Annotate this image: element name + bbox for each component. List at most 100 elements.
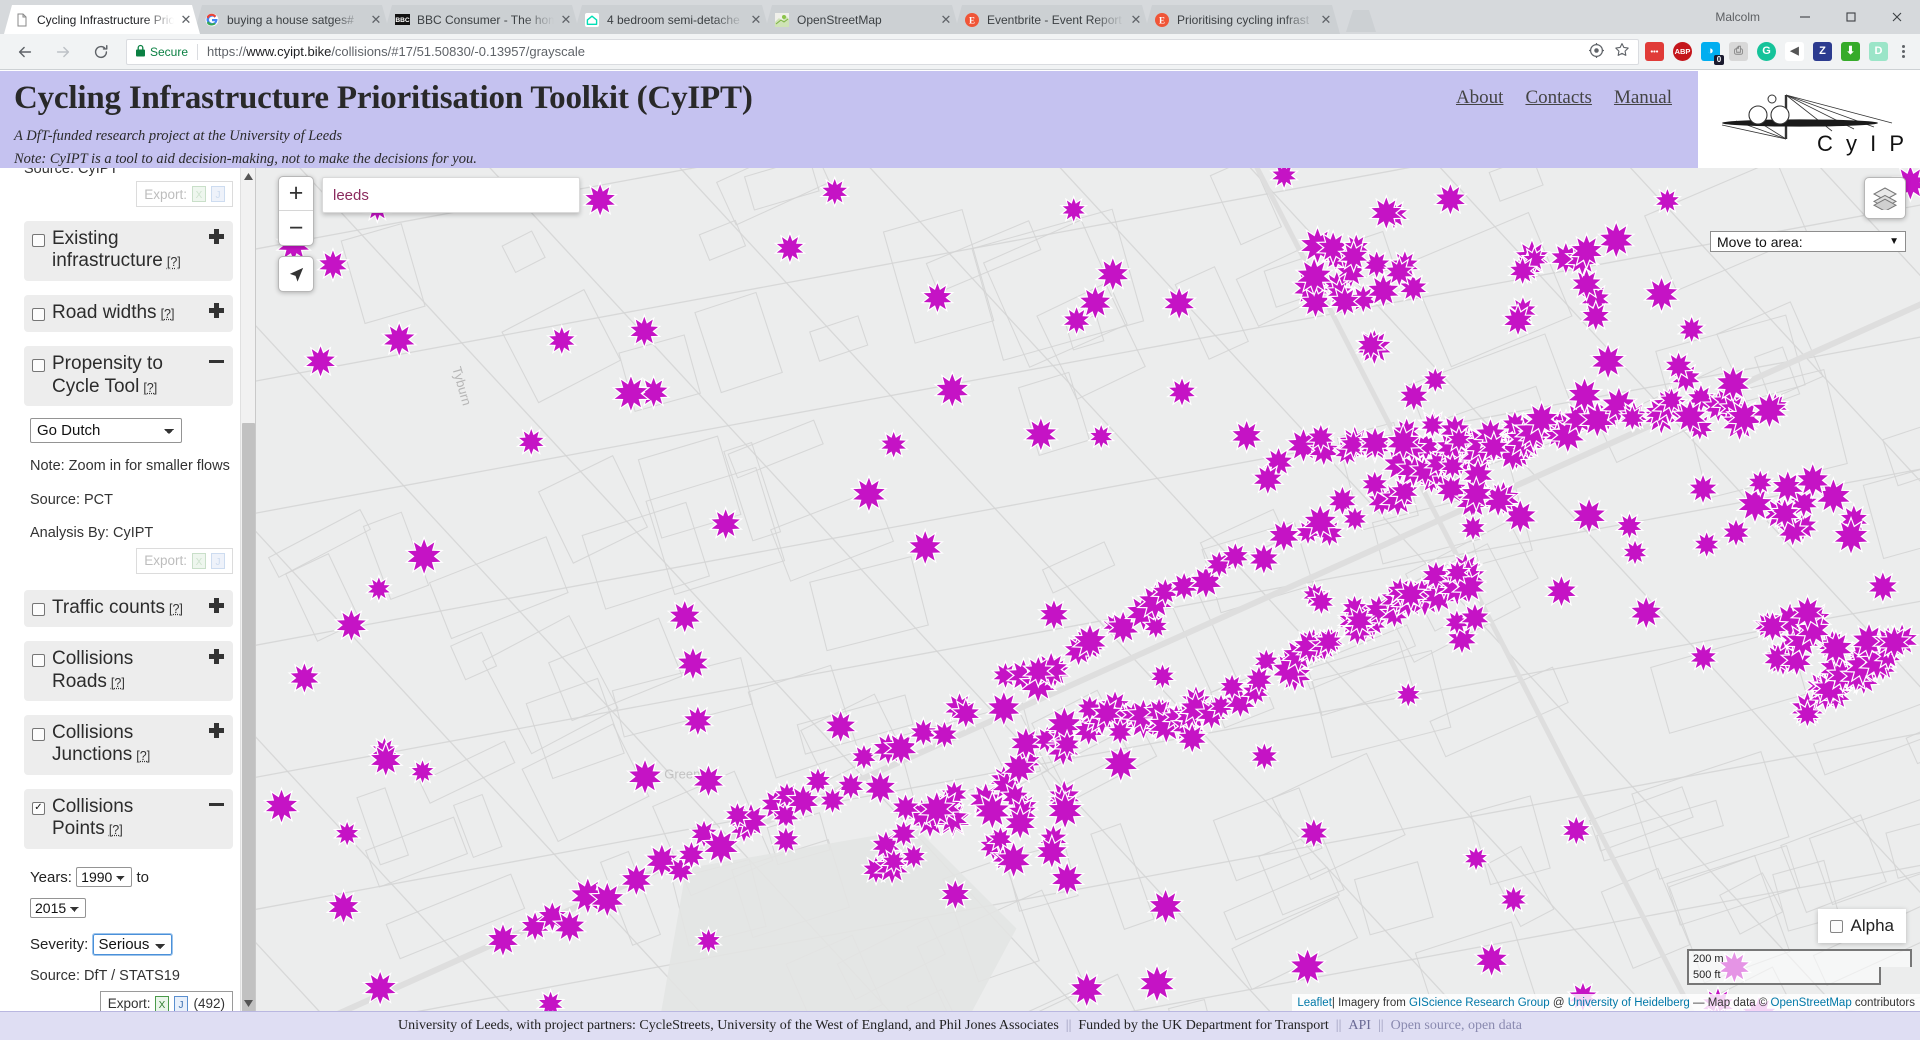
sidebar-scrollbar[interactable] <box>240 168 255 1011</box>
layer-card[interactable]: Traffic counts [?] <box>24 589 233 628</box>
export-geojson-icon[interactable]: J <box>211 186 225 202</box>
tab-close-button[interactable]: ✕ <box>748 12 764 28</box>
nav-link-contacts[interactable]: Contacts <box>1525 87 1592 109</box>
layer-card[interactable]: Collisions Roads [?] <box>24 641 233 701</box>
layer-expand-button[interactable] <box>209 649 224 665</box>
layer-collapse-button[interactable] <box>209 797 224 812</box>
export-geojson-icon[interactable]: J <box>174 995 189 1011</box>
nav-link-about[interactable]: About <box>1456 87 1504 109</box>
scrollbar-up-arrow[interactable] <box>241 168 255 184</box>
heidelberg-link[interactable]: University of Heidelberg <box>1568 997 1690 1009</box>
grammarly-icon[interactable]: G <box>1757 42 1776 61</box>
layer-expand-button[interactable] <box>209 722 224 738</box>
d-extension-icon[interactable]: D <box>1869 42 1888 61</box>
export-xls-icon[interactable]: X <box>192 552 206 569</box>
export-xls-icon[interactable]: X <box>155 995 170 1011</box>
layer-expand-button[interactable] <box>209 302 224 318</box>
layer-checkbox[interactable] <box>32 602 45 616</box>
layer-checkbox[interactable]: ✓ <box>32 801 45 815</box>
export-xls-icon[interactable]: X <box>192 186 206 202</box>
severity-select[interactable]: Serious <box>91 933 174 957</box>
layer-help-link[interactable]: [?] <box>111 676 125 690</box>
zoom-out-button[interactable]: − <box>279 211 313 245</box>
tab-close-button[interactable]: ✕ <box>1318 12 1334 28</box>
url-scheme: https:// <box>207 44 247 59</box>
alpha-toggle[interactable]: Alpha <box>1817 909 1906 943</box>
location-target-icon[interactable] <box>1589 42 1604 61</box>
speaker-extension-icon[interactable]: ◀ <box>1785 42 1804 61</box>
layer-expand-button[interactable] <box>209 597 224 613</box>
browser-tab[interactable]: Cycling Infrastructure Prio ✕ <box>4 5 200 34</box>
layer-checkbox[interactable] <box>32 307 45 321</box>
dotdotdot-extension-icon[interactable]: ••• <box>1645 42 1664 61</box>
export-geojson-icon[interactable]: J <box>211 552 225 569</box>
footer-api-link[interactable]: API <box>1348 1018 1371 1034</box>
back-button[interactable] <box>11 38 39 66</box>
adblock-plus-icon[interactable]: ABP <box>1673 42 1692 61</box>
map-layers-button[interactable] <box>1864 177 1906 219</box>
layer-help-link[interactable]: [?] <box>169 602 183 616</box>
pct-scenario-select[interactable]: Go Dutch <box>30 418 182 444</box>
layer-card[interactable]: Propensity to Cycle Tool [?] <box>24 346 233 407</box>
browser-tab[interactable]: 4 bedroom semi-detache ✕ <box>574 5 770 34</box>
zoom-in-button[interactable]: + <box>279 177 313 211</box>
browser-tab[interactable]: E Eventbrite - Event Report ✕ <box>954 5 1150 34</box>
alpha-checkbox[interactable] <box>1829 919 1843 933</box>
export-control[interactable]: Export: X J <box>136 547 233 574</box>
window-close-button[interactable] <box>1874 2 1920 32</box>
layer-help-link[interactable]: [?] <box>109 823 123 837</box>
ghostery-icon[interactable]: ◑ 0 <box>1701 42 1724 65</box>
chrome-menu-button[interactable] <box>1892 45 1914 58</box>
map-search-input[interactable]: leeds <box>322 177 580 213</box>
window-minimize-button[interactable] <box>1782 2 1828 32</box>
tab-close-button[interactable]: ✕ <box>1128 12 1144 28</box>
map-container[interactable]: Tyburn Green L + − leeds Move to area: ▼… <box>256 168 1920 1011</box>
openstreetmap-link[interactable]: OpenStreetMap <box>1771 997 1852 1009</box>
zotero-icon[interactable]: Z <box>1813 42 1832 61</box>
layer-card[interactable]: Existing infrastructure [?] <box>24 221 233 281</box>
nav-link-manual[interactable]: Manual <box>1614 87 1672 109</box>
profile-name[interactable]: Malcolm <box>1715 10 1760 24</box>
download-extension-icon[interactable]: ⬇ <box>1841 42 1860 61</box>
layer-expand-button[interactable] <box>209 229 224 244</box>
export-control[interactable]: Export: X J (492) <box>99 990 233 1011</box>
reload-button[interactable] <box>87 38 115 66</box>
layer-help-link[interactable]: [?] <box>136 749 150 763</box>
scrollbar-down-arrow[interactable] <box>241 995 255 1011</box>
tab-close-button[interactable]: ✕ <box>938 12 954 28</box>
bookmark-star-icon[interactable] <box>1614 42 1630 61</box>
scrollbar-thumb[interactable] <box>242 423 255 1011</box>
locate-me-button[interactable] <box>278 256 314 292</box>
layer-checkbox[interactable] <box>32 727 45 741</box>
layer-checkbox[interactable] <box>32 359 45 373</box>
printer-extension-icon[interactable]: ⎙ <box>1729 42 1748 61</box>
tab-close-button[interactable]: ✕ <box>368 12 384 28</box>
layer-help-link[interactable]: [?] <box>167 255 181 269</box>
layer-checkbox[interactable] <box>32 654 45 668</box>
window-maximize-button[interactable] <box>1828 2 1874 32</box>
giscience-link[interactable]: GIScience Research Group <box>1409 997 1550 1009</box>
layer-collapse-button[interactable] <box>209 354 224 369</box>
security-indicator[interactable]: Secure <box>135 44 188 60</box>
tab-close-button[interactable]: ✕ <box>558 12 574 28</box>
new-tab-button[interactable] <box>1346 10 1376 32</box>
layer-card[interactable]: Road widths [?] <box>24 294 233 333</box>
browser-tab[interactable]: E Prioritising cycling infrast ✕ <box>1144 5 1340 34</box>
browser-tab[interactable]: buying a house satges# ✕ <box>194 5 390 34</box>
year-from-select[interactable]: 1990 <box>76 866 133 887</box>
layer-help-link[interactable]: [?] <box>161 307 175 321</box>
tab-close-button[interactable]: ✕ <box>178 12 194 28</box>
move-to-area-select[interactable]: Move to area: ▼ <box>1710 231 1906 252</box>
browser-tab[interactable]: BBC BBC Consumer - The hom ✕ <box>384 5 580 34</box>
map-canvas[interactable]: TyburnGreen L <box>256 168 1920 1011</box>
layer-card[interactable]: ✓ Collisions Points [?] <box>24 788 233 849</box>
layer-help-link[interactable]: [?] <box>143 381 157 395</box>
layer-card[interactable]: Collisions Junctions [?] <box>24 714 233 775</box>
address-bar[interactable]: Secure https://www.cyipt.bike/collisions… <box>126 38 1639 65</box>
year-to-select[interactable]: 2015 <box>30 898 87 919</box>
leaflet-link[interactable]: Leaflet <box>1297 997 1332 1009</box>
forward-button[interactable] <box>49 38 77 66</box>
export-control[interactable]: Export: X J <box>136 181 233 207</box>
browser-tab[interactable]: OpenStreetMap ✕ <box>764 5 960 34</box>
layer-checkbox[interactable] <box>32 234 45 247</box>
